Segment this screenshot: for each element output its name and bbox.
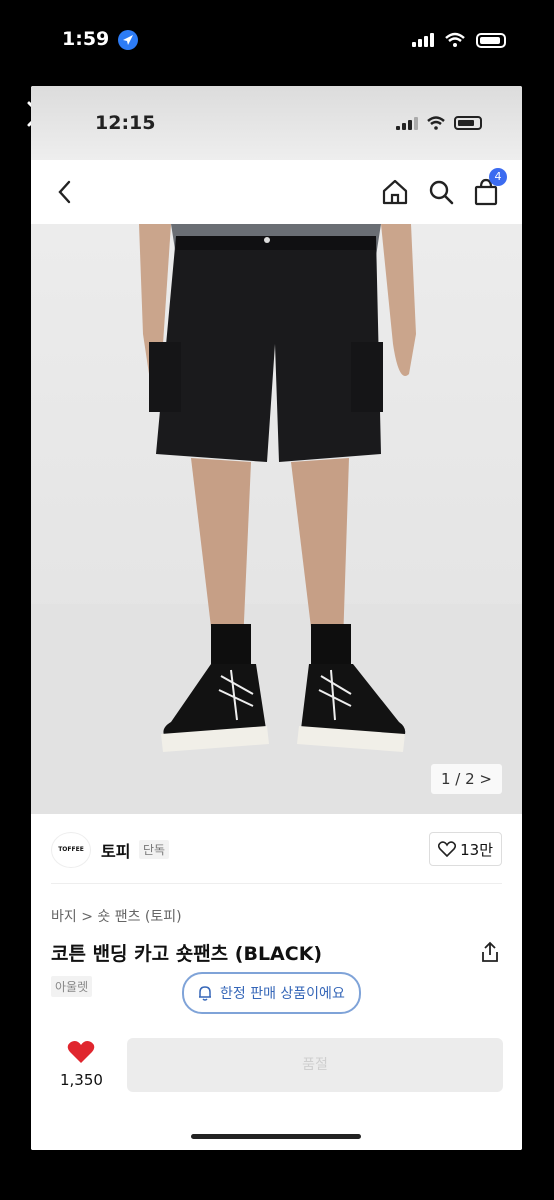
inner-status-time: 12:15 (95, 112, 156, 134)
signal-icon (396, 116, 418, 130)
bell-icon (199, 986, 211, 1001)
inner-screenshot: 12:15 4 1 / 2 > TOFFEE 토피 단독 13만 바지 > 숏 … (31, 86, 522, 1150)
wifi-icon (445, 32, 465, 47)
outlet-tag: 아울렛 (51, 976, 93, 997)
divider (51, 883, 502, 884)
battery-icon (454, 116, 482, 130)
wishlist-button[interactable] (67, 1040, 95, 1068)
product-photo[interactable]: 1 / 2 > (31, 224, 522, 814)
top-navigation: 4 (31, 160, 522, 224)
sold-out-button[interactable]: 품절 (127, 1038, 503, 1092)
heart-outline-icon (438, 841, 457, 857)
back-arrow-icon[interactable] (57, 180, 73, 204)
limited-sale-notice: 한정 판매 상품이에요 (182, 972, 361, 1014)
wifi-icon (427, 116, 445, 130)
brand-name[interactable]: 토피 (101, 838, 130, 862)
exclusive-tag: 단독 (139, 840, 170, 859)
brand-row: TOFFEE 토피 단독 13만 (31, 814, 522, 884)
signal-icon (412, 33, 434, 47)
image-counter[interactable]: 1 / 2 > (430, 764, 502, 794)
wishlist-count: 1,350 (60, 1071, 103, 1089)
outer-status-time: 1:59 (62, 28, 110, 50)
limited-sale-text: 한정 판매 상품이에요 (220, 986, 345, 1002)
brand-like-count: 13만 (460, 840, 493, 859)
inner-status-bar: 12:15 (31, 86, 522, 160)
breadcrumb[interactable]: 바지 > 숏 팬츠 (토피) (51, 906, 182, 926)
battery-icon (476, 32, 506, 48)
brand-like-button[interactable]: 13만 (429, 832, 502, 866)
product-image (31, 224, 522, 814)
search-icon[interactable] (427, 178, 455, 206)
heart-filled-icon (67, 1041, 95, 1063)
outer-status-icons (412, 32, 506, 48)
brand-logo[interactable]: TOFFEE (51, 832, 91, 868)
product-title: 코튼 밴딩 카고 숏팬츠 (BLACK) (51, 943, 323, 965)
cart-count-badge: 4 (489, 168, 507, 186)
shopping-bag-button[interactable]: 4 (473, 168, 507, 206)
bottom-bar: 1,350 품절 (31, 1026, 522, 1150)
home-icon[interactable] (381, 178, 409, 206)
share-icon[interactable] (480, 941, 500, 963)
location-arrow-icon (118, 30, 138, 50)
home-indicator (191, 1134, 361, 1139)
inner-status-icons (396, 116, 482, 130)
